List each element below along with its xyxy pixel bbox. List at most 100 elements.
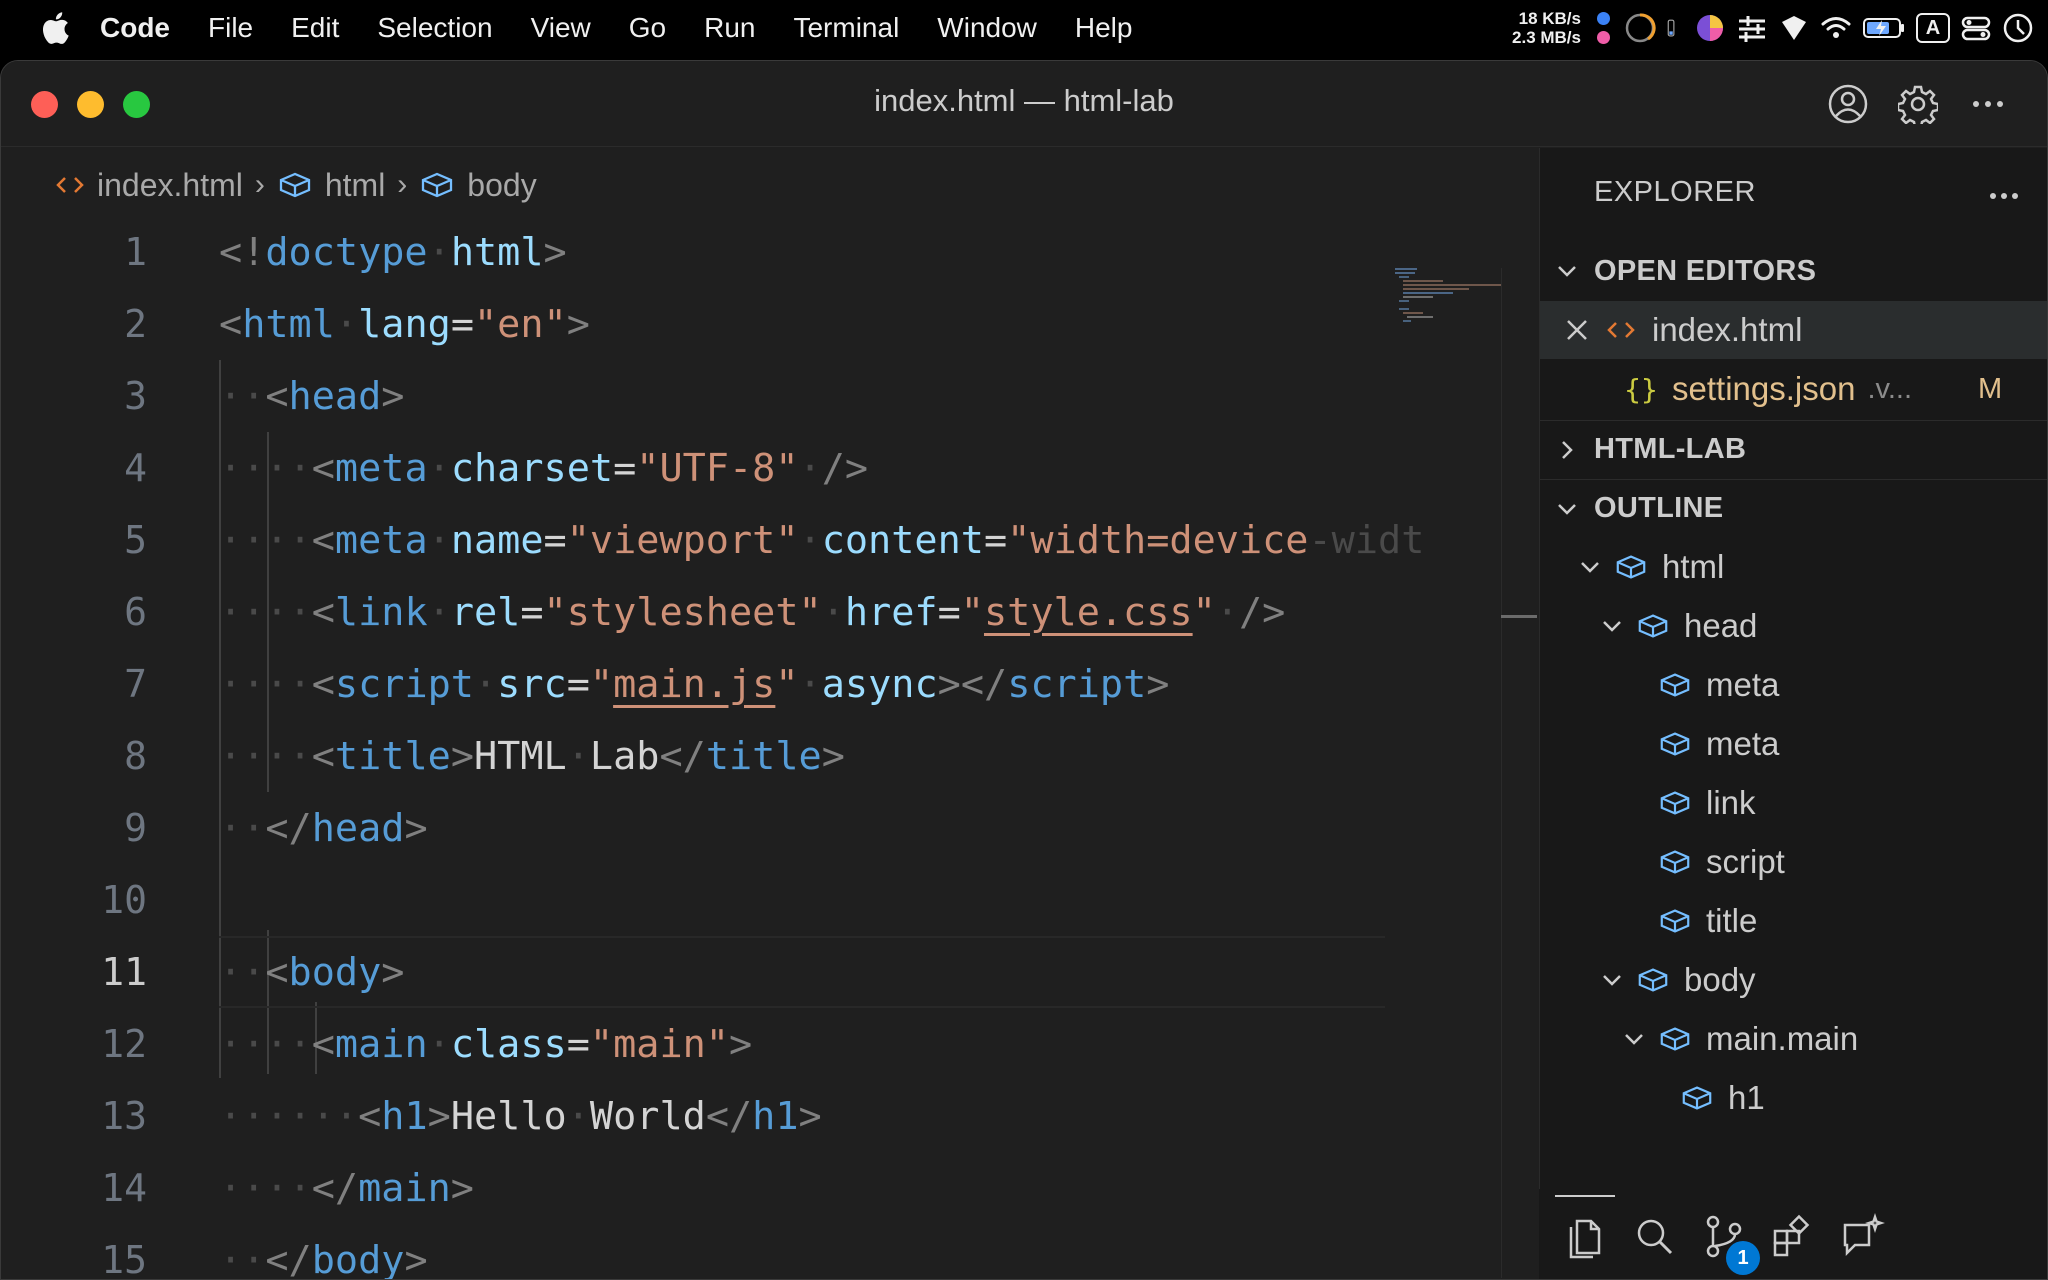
- code-line: 4 ····<meta·charset="UTF-8"·/>: [1, 432, 1401, 504]
- breadcrumb-body-label: body: [467, 166, 537, 203]
- symbol-field-icon: [1658, 1022, 1692, 1056]
- code-line: 10: [1, 864, 1401, 936]
- sliders-icon[interactable]: [1736, 12, 1768, 44]
- line-number: 8: [124, 734, 147, 778]
- memory-bar-icon[interactable]: [1666, 12, 1684, 44]
- line-number: 4: [124, 446, 147, 490]
- section-html-lab-label: HTML-LAB: [1594, 433, 1747, 465]
- menu-app-code[interactable]: Code: [100, 12, 170, 44]
- menu-terminal[interactable]: Terminal: [793, 12, 899, 44]
- gear-icon: [1898, 85, 1938, 124]
- open-editor-item[interactable]: {} settings.json .v... M: [1540, 360, 2047, 418]
- section-outline[interactable]: OUTLINE: [1540, 479, 2047, 537]
- breadcrumb-html[interactable]: html: [277, 167, 385, 204]
- chevron-down-icon: [1558, 266, 1576, 277]
- outline-item-label: meta: [1706, 666, 1780, 703]
- shield-tag-icon[interactable]: [1778, 12, 1810, 44]
- symbol-field-icon: [1658, 727, 1692, 761]
- outline-item-label: title: [1706, 902, 1758, 939]
- wifi-icon[interactable]: [1820, 12, 1852, 44]
- explorer-sidebar: EXPLORER OPEN EDITORS index.html {} sett…: [1539, 148, 2047, 1279]
- upload-dot: [1597, 12, 1610, 25]
- breadcrumb-body[interactable]: body: [419, 166, 537, 204]
- settings-button[interactable]: [1895, 81, 1941, 127]
- outline-item-meta[interactable]: meta: [1540, 715, 2047, 773]
- section-open-editors-label: OPEN EDITORS: [1594, 254, 1817, 287]
- symbol-field-icon: [1680, 1081, 1714, 1115]
- menu-file[interactable]: File: [208, 12, 253, 44]
- control-center-icon[interactable]: [1960, 12, 1992, 44]
- ellipsis-icon: [1990, 193, 2018, 199]
- line-number: 2: [124, 302, 147, 346]
- line-number: 3: [124, 374, 147, 418]
- chevron-down-icon: [1625, 1034, 1643, 1045]
- code-line: 8 ····<title>HTML·Lab</title>: [1, 720, 1401, 792]
- section-open-editors[interactable]: OPEN EDITORS: [1540, 242, 2047, 300]
- outline-item-head[interactable]: head: [1540, 597, 2047, 655]
- outline-item-h1[interactable]: h1: [1540, 1069, 2047, 1127]
- json-file-icon: {}: [1624, 372, 1658, 406]
- menu-selection[interactable]: Selection: [377, 12, 492, 44]
- chevron-right-icon: [1562, 440, 1573, 459]
- outline-item-body[interactable]: body: [1540, 951, 2047, 1009]
- editor-area[interactable]: index.html › html › body 1 <!doctype·html…: [1, 148, 1539, 1280]
- disk-pie-icon[interactable]: [1694, 12, 1726, 44]
- explorer-more-button[interactable]: [1989, 174, 2019, 208]
- code-line: 14 ····</main>: [1, 1152, 1401, 1224]
- menu-run[interactable]: Run: [704, 12, 755, 44]
- outline-item-label: script: [1706, 843, 1785, 880]
- menu-go[interactable]: Go: [629, 12, 666, 44]
- line-number: 9: [124, 806, 147, 850]
- outline-item-meta[interactable]: meta: [1540, 656, 2047, 714]
- menu-edit[interactable]: Edit: [291, 12, 339, 44]
- code-line: 5 ····<meta·name="viewport"·content="widt…: [1, 504, 1424, 576]
- line-number: 10: [101, 878, 147, 922]
- outline-item-script[interactable]: script: [1540, 833, 2047, 891]
- menu-view[interactable]: View: [531, 12, 591, 44]
- line-number: 13: [101, 1094, 147, 1138]
- outline-item-label: main.main: [1706, 1020, 1859, 1057]
- section-outline-label: OUTLINE: [1594, 492, 1724, 524]
- explorer-icon[interactable]: [1563, 1213, 1609, 1259]
- outline-item-label: html: [1662, 548, 1725, 585]
- close-icon[interactable]: [1562, 315, 1592, 345]
- more-actions-button[interactable]: [1965, 81, 2011, 127]
- vertical-scrollbar[interactable]: [1501, 268, 1539, 1278]
- scroll-position-marker: [1501, 615, 1537, 618]
- chevron-down-icon: [1603, 975, 1621, 986]
- open-editor-item[interactable]: index.html: [1540, 301, 2047, 359]
- line-number: 11: [101, 950, 147, 994]
- menu-help[interactable]: Help: [1075, 12, 1133, 44]
- apple-logo-icon[interactable]: [40, 11, 70, 45]
- clock-icon[interactable]: [2002, 12, 2034, 44]
- code-line: 2 <html·lang="en">: [1, 288, 1401, 360]
- outline-item-title[interactable]: title: [1540, 892, 2047, 950]
- source-control-badge: 1: [1726, 1241, 1760, 1275]
- outline-item-link[interactable]: link: [1540, 774, 2047, 832]
- search-icon[interactable]: [1631, 1213, 1677, 1259]
- macos-menubar: Code File Edit Selection View Go Run Ter…: [0, 0, 2048, 56]
- account-button[interactable]: [1825, 81, 1871, 127]
- network-download: 2.3 MB/s: [1512, 28, 1581, 47]
- chat-icon[interactable]: [1839, 1213, 1885, 1259]
- extensions-icon[interactable]: [1769, 1213, 1815, 1259]
- input-source-indicator[interactable]: A: [1916, 13, 1950, 43]
- menu-window[interactable]: Window: [937, 12, 1037, 44]
- minimap[interactable]: [1393, 266, 1501, 326]
- code-line: 9 ··</head>: [1, 792, 1401, 864]
- breadcrumb-file[interactable]: index.html: [55, 167, 243, 204]
- code-line: 6 ····<link·rel="stylesheet"·href="style.…: [1, 576, 1401, 648]
- battery-icon[interactable]: [1862, 12, 1906, 44]
- breadcrumb-chevron-icon: ›: [254, 168, 265, 201]
- symbol-field-icon: [1658, 668, 1692, 702]
- outline-item-main[interactable]: main.main: [1540, 1010, 2047, 1068]
- symbol-field-icon: [1658, 904, 1692, 938]
- breadcrumb-chevron-icon: ›: [397, 168, 408, 201]
- network-speed[interactable]: 18 KB/s 2.3 MB/s: [1512, 9, 1581, 47]
- code-line: 1 <!doctype·html>: [1, 216, 1401, 288]
- line-number: 15: [101, 1238, 147, 1280]
- symbol-field-icon: [1658, 845, 1692, 879]
- section-html-lab[interactable]: HTML-LAB: [1540, 420, 2047, 478]
- cpu-gauge-icon[interactable]: [1624, 12, 1656, 44]
- outline-item-html[interactable]: html: [1540, 538, 2047, 596]
